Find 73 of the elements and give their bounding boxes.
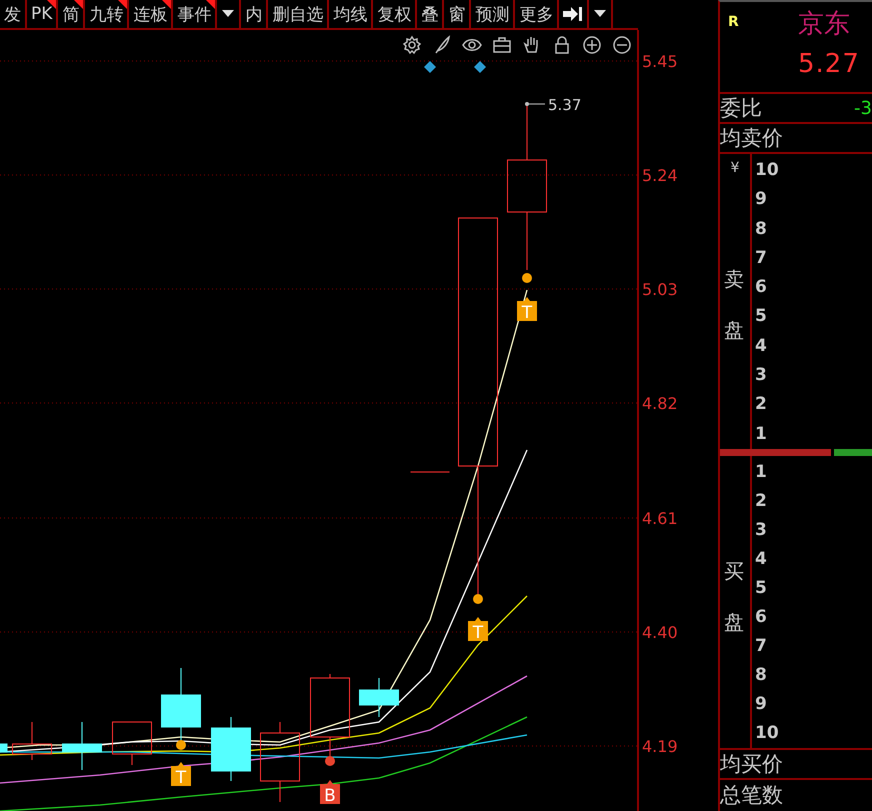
level-number: 5: [755, 305, 768, 328]
diamond-icon: [474, 61, 486, 73]
settings-icon[interactable]: [402, 35, 422, 55]
level-number: 6: [755, 276, 768, 300]
zoom-in-icon[interactable]: [582, 35, 602, 55]
toolbar-button[interactable]: 均线: [329, 0, 374, 28]
high-price-leader-line: [525, 102, 546, 106]
signal-badge: T: [171, 762, 191, 788]
level-number: 1: [755, 461, 768, 484]
flag-label: R: [728, 14, 739, 30]
side-label: 买盘: [724, 558, 744, 636]
toolbar-button[interactable]: 发: [0, 0, 27, 28]
diamond-icon: [424, 61, 436, 73]
level-number: 4: [755, 548, 768, 571]
side-label: 卖盘: [724, 266, 744, 344]
high-price-label: 5.37: [548, 96, 582, 114]
level-number: 7: [755, 246, 768, 270]
arrow-to-bar-icon: [563, 6, 584, 22]
price-axis-label: 4.61: [642, 509, 678, 528]
toolbar-button[interactable]: PK: [27, 0, 58, 28]
candlestick: [12, 722, 52, 760]
price-axis-label: 4.82: [642, 394, 678, 413]
toolbar-button[interactable]: 叠: [417, 0, 444, 28]
toolbar-button[interactable]: 更多: [515, 0, 560, 28]
stock-name: 京东: [798, 8, 851, 41]
toolbar-button[interactable]: 内: [241, 0, 268, 28]
row-label: 总笔数: [720, 782, 783, 809]
level-number: 10: [755, 159, 779, 182]
caret-icon: [594, 10, 606, 18]
level-number: 4: [755, 334, 768, 358]
row-label: 均卖价: [720, 125, 783, 152]
toolbar-button[interactable]: 事件: [173, 0, 218, 28]
level-number: 9: [755, 188, 768, 212]
row-label: 委比: [720, 95, 762, 122]
row-label: 均买价: [720, 751, 783, 778]
price-axis-label: 5.24: [642, 166, 678, 185]
signal-badge: T: [517, 297, 537, 323]
caret-icon: [222, 10, 234, 18]
level-number: 3: [755, 519, 768, 542]
toolbar-button[interactable]: 简: [58, 0, 86, 28]
level-number: 7: [755, 635, 768, 658]
level-number: 5: [755, 577, 768, 600]
zoom-out-icon[interactable]: [612, 35, 632, 55]
ratio-value: -3: [854, 98, 872, 118]
currency-label: ¥: [730, 160, 740, 176]
signal-badge: B: [320, 780, 340, 806]
candlestick: [112, 722, 152, 766]
price-axis-label: 4.19: [642, 737, 678, 756]
toolbar-button[interactable]: 窗: [444, 0, 472, 28]
level-number: 1: [755, 422, 768, 446]
level-number: 10: [755, 722, 779, 745]
level-number: 6: [755, 606, 768, 629]
signal-badge: T: [468, 617, 488, 643]
level-number: 9: [755, 693, 768, 716]
level-number: 2: [755, 490, 768, 513]
candlestick: [0, 744, 8, 752]
toolbar-button[interactable]: 预测: [471, 0, 516, 28]
level-number: 8: [755, 664, 768, 687]
toolbox-icon[interactable]: [492, 35, 512, 55]
level-number: 8: [755, 218, 768, 241]
price-axis-label: 5.45: [642, 52, 678, 71]
toolbar-button[interactable]: 连板: [129, 0, 174, 28]
toolbar-button[interactable]: 复权: [373, 0, 418, 28]
candlestick: [359, 678, 399, 718]
price-axis-label: 5.03: [642, 280, 678, 299]
current-price: 5.27: [798, 49, 860, 79]
candlestick: [62, 722, 102, 770]
toolbar-button[interactable]: 九转: [85, 0, 130, 28]
toolbar-button[interactable]: 删自选: [268, 0, 330, 28]
candlestick: [211, 716, 251, 782]
price-axis-label: 4.40: [642, 623, 678, 642]
level-number: 3: [755, 364, 768, 388]
level-number: 2: [755, 393, 768, 416]
